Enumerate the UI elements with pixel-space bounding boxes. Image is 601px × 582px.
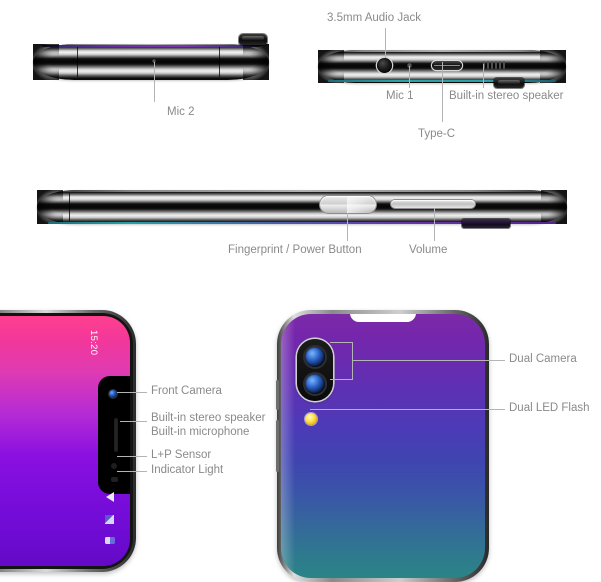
leader-line-mic2 (154, 62, 155, 102)
bump-highlight (242, 35, 264, 41)
phone-bottom-edge-view (33, 44, 269, 80)
rear-camera-bump (239, 34, 267, 45)
camera-lens-top (305, 347, 325, 367)
callout-label-builtin-microphone: Built-in microphone (151, 426, 250, 438)
leader-line-volume (434, 208, 435, 241)
antenna-seam (77, 46, 79, 78)
leader-line-typec (442, 62, 443, 122)
grille-slot (502, 61, 505, 69)
indicator-light (111, 477, 118, 482)
phone-front-view: 15:20 (0, 310, 136, 572)
callout-label-audio-jack: 3.5mm Audio Jack (327, 12, 421, 24)
dual-camera-bracket (330, 342, 353, 380)
phone-screen: 15:20 (0, 316, 130, 566)
grille-slot (486, 61, 489, 69)
callout-label-typec: Type-C (418, 128, 456, 140)
speaker-grille (483, 61, 505, 69)
callout-label-mic1: Mic 1 (386, 90, 414, 102)
edge-color-strip (42, 45, 260, 47)
callout-label-dual-led-flash: Dual LED Flash (509, 402, 590, 414)
headphone-jack (377, 58, 392, 73)
status-bar-clock: 15:20 (87, 330, 99, 356)
nav-back-button[interactable] (106, 492, 114, 502)
rear-camera-bump (494, 78, 524, 88)
grille-slot (494, 61, 497, 69)
callout-label-front-camera: Front Camera (151, 385, 222, 397)
side-button-edge (276, 380, 279, 410)
callout-label-speaker: Built-in stereo speaker (449, 90, 564, 102)
leader-line-dual-camera (352, 360, 505, 361)
leader-line-earpiece (120, 421, 147, 422)
earpiece-speaker (114, 418, 118, 452)
phone-back-view (276, 310, 489, 582)
light-proximity-sensor (111, 463, 117, 469)
callout-label-indicator-light: Indicator Light (151, 464, 224, 476)
antenna-seam (219, 46, 221, 78)
usb-c-port (432, 61, 462, 70)
leader-line-front-camera (117, 392, 147, 393)
volume-rocker[interactable] (391, 200, 475, 208)
nav-recents-button[interactable] (105, 537, 115, 544)
led-flash (305, 413, 317, 425)
camera-lens-bottom (305, 374, 325, 394)
bump-highlight (497, 79, 521, 84)
callout-label-dual-camera: Dual Camera (509, 353, 577, 365)
nav-home-button[interactable] (105, 515, 114, 524)
edge-body (33, 44, 269, 80)
grille-slot (498, 61, 501, 69)
dual-camera-module (297, 339, 333, 401)
callout-label-earpiece-speaker: Built-in stereo speaker (151, 412, 266, 424)
side-button-edge (276, 420, 279, 472)
power-button[interactable] (320, 196, 376, 213)
callout-label-lp-sensor: L+P Sensor (151, 449, 212, 461)
leader-line-indicator-light (117, 471, 147, 472)
antenna-seam (69, 192, 71, 222)
leader-line-speaker (483, 64, 484, 88)
leader-line-lp-sensor (117, 456, 147, 457)
leader-line-mic1 (409, 66, 410, 88)
leader-line-dual-led-flash (310, 409, 505, 410)
leader-line-power-button (347, 213, 348, 241)
display-notch-cutout (350, 314, 416, 322)
grille-slot (490, 61, 493, 69)
diagram-canvas: Mic 2 3.5mm Audio Jack Mic 1 Type-C Buil… (0, 0, 601, 582)
callout-label-mic2: Mic 2 (167, 106, 195, 118)
callout-label-volume: Volume (409, 244, 448, 256)
leader-line-audio-jack (385, 28, 386, 58)
front-camera (109, 390, 117, 398)
rear-camera-bump (462, 219, 510, 228)
callout-label-power-button: Fingerprint / Power Button (228, 244, 362, 256)
